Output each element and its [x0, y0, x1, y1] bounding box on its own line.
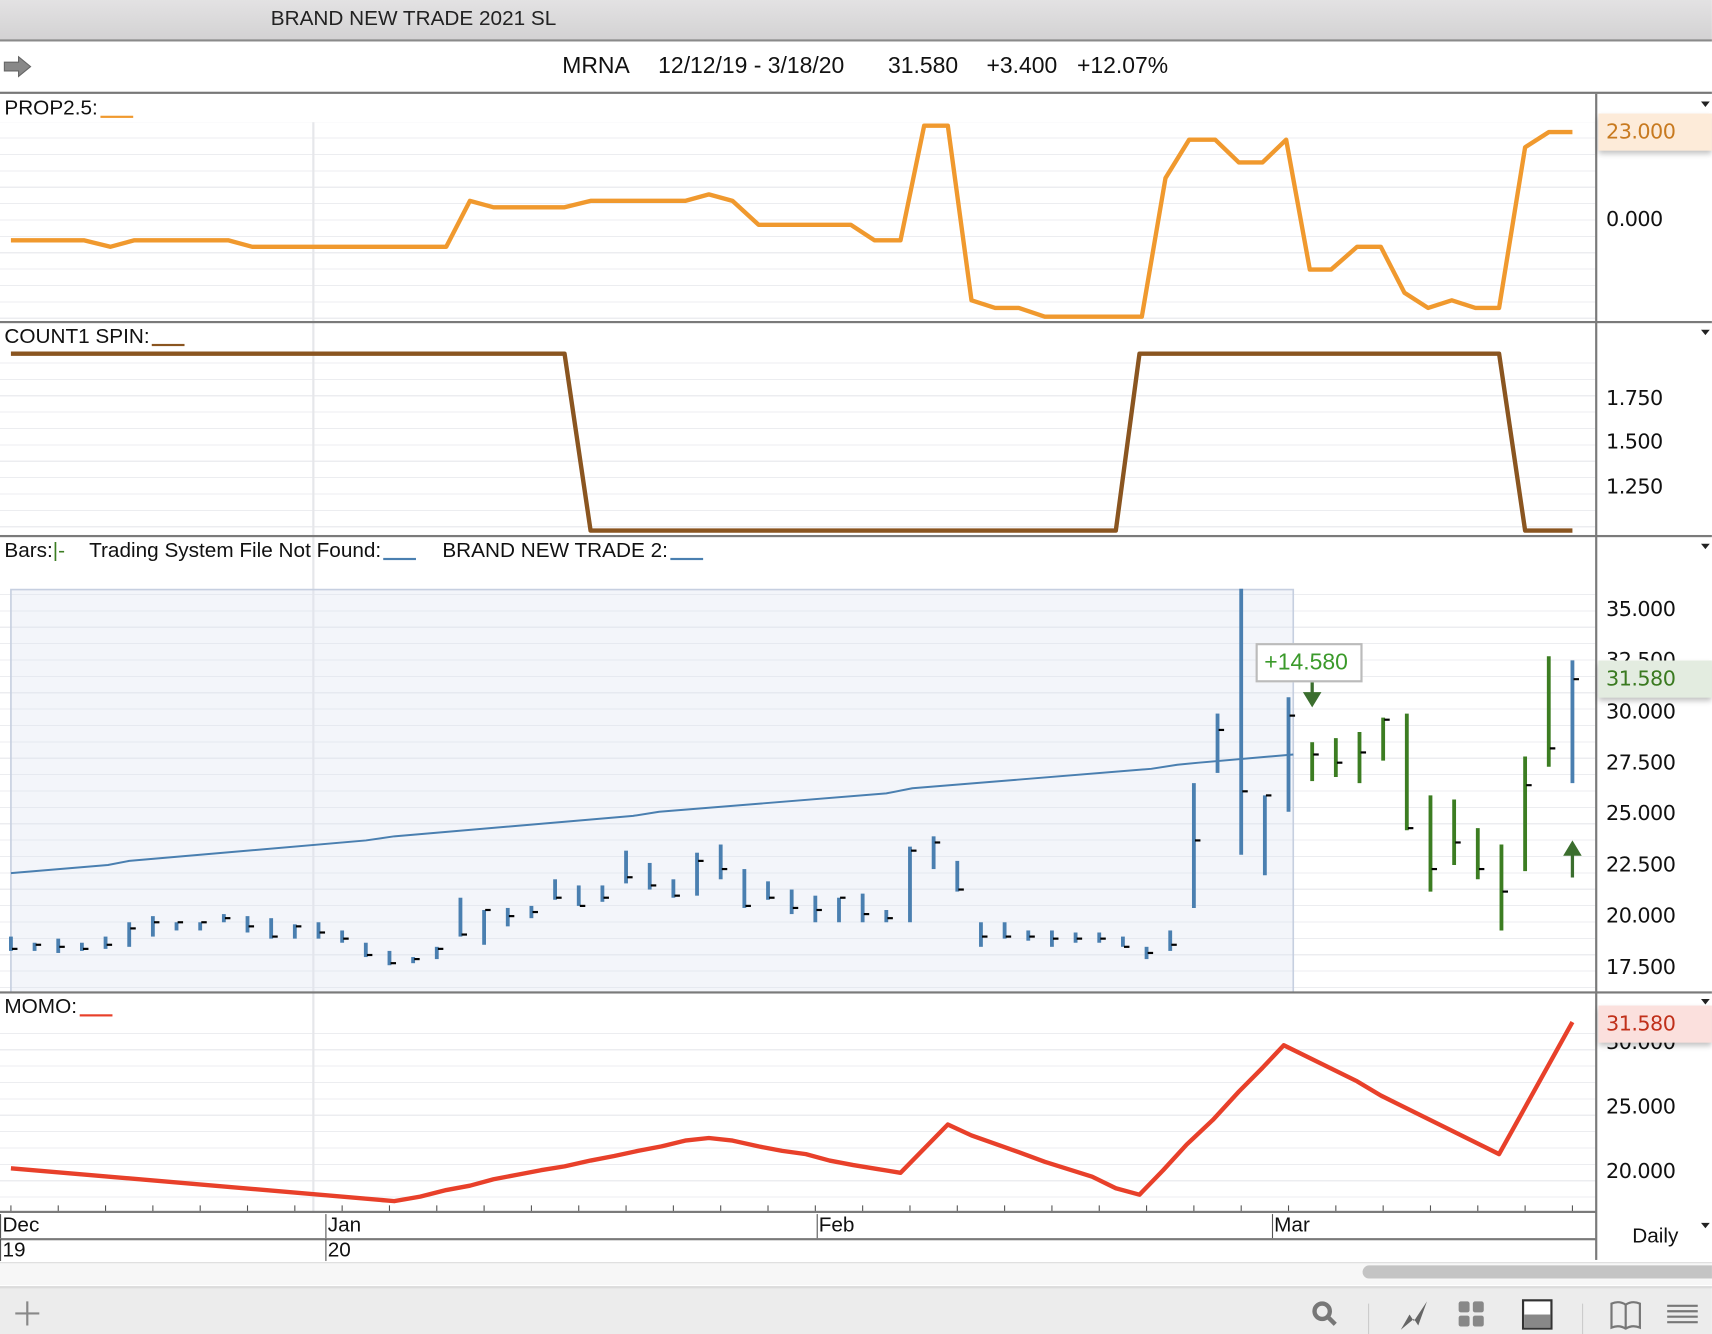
momo-axis-label: 25.000	[1606, 1095, 1676, 1120]
chart-line-icon[interactable]	[1398, 1297, 1431, 1330]
grid-layout-icon[interactable]	[1455, 1297, 1488, 1330]
momo-legend-label: MOMO:	[4, 995, 77, 1019]
price-axis-label: 22.500	[1606, 852, 1676, 877]
trade-profit-annotation: +14.580	[1255, 643, 1363, 683]
year-label: 20	[325, 1239, 351, 1262]
price-axis-label: 35.000	[1606, 597, 1676, 622]
brand-new-trade-legend-swatch	[670, 557, 703, 561]
chart-window: BRAND NEW TRADE 2021 SL MRNA 12/12/19 - 3…	[0, 0, 1712, 1334]
bars-legend-label: Bars:	[4, 539, 53, 563]
count-legend-swatch	[151, 343, 185, 347]
scrollbar-thumb[interactable]	[1362, 1265, 1712, 1279]
count-axis-menu-icon[interactable]	[1701, 329, 1710, 336]
buy-arrow-icon	[1563, 840, 1582, 878]
prop-line	[10, 123, 1573, 319]
prop-legend-swatch	[99, 115, 133, 118]
price-axis-label: 27.500	[1606, 750, 1676, 775]
panel-divider	[0, 1210, 1597, 1213]
momo-axis-label: 20.000	[1606, 1159, 1676, 1184]
prop-current-value-text: 23.000	[1606, 120, 1676, 145]
price-legend: Bars:|- Trading System File Not Found: BRA…	[4, 539, 703, 563]
momo-legend-swatch	[79, 1014, 112, 1017]
count-axis-label: 1.500	[1606, 430, 1663, 455]
interval-menu-icon[interactable]	[1701, 1222, 1710, 1229]
toolbar-divider	[1368, 1303, 1370, 1334]
trading-system-legend-label: Trading System File Not Found:	[89, 539, 382, 563]
toolbar-divider	[1582, 1303, 1584, 1334]
month-label: Dec	[0, 1214, 39, 1239]
price-current-value: 31.580	[1598, 660, 1712, 698]
chart-plot-area[interactable]	[0, 0, 1596, 1239]
axis-divider	[0, 1238, 1597, 1241]
panel-layout-icon[interactable]	[1521, 1297, 1554, 1330]
month-label: Mar	[1271, 1214, 1310, 1239]
count-axis-label: 1.250	[1606, 474, 1663, 499]
price-current-value-text: 31.580	[1606, 667, 1676, 692]
add-icon[interactable]	[11, 1297, 44, 1330]
count-spin-line	[10, 351, 1573, 533]
trading-system-legend-swatch	[383, 557, 417, 561]
momo-current-value-text: 31.580	[1606, 1012, 1676, 1037]
panel-divider[interactable]	[0, 991, 1712, 994]
trade-profit-text: +14.580	[1264, 649, 1348, 675]
interval-selector[interactable]: Daily	[1632, 1225, 1678, 1249]
momo-axis-menu-icon[interactable]	[1701, 998, 1710, 1005]
momo-legend: MOMO:	[4, 996, 112, 1020]
price-axis-menu-icon[interactable]	[1701, 543, 1710, 550]
brand-new-trade-legend-label: BRAND NEW TRADE 2:	[442, 539, 668, 563]
trade-highlight-region	[10, 588, 1295, 994]
month-label: Jan	[325, 1214, 361, 1239]
momo-line	[10, 1020, 1575, 1204]
prop-current-value: 23.000	[1598, 113, 1712, 151]
prop-axis-label: 0.000	[1606, 207, 1663, 232]
prop-axis-menu-icon[interactable]	[1701, 101, 1710, 107]
momo-current-value: 31.580	[1598, 1005, 1712, 1044]
count-axis-label: 1.750	[1606, 385, 1663, 410]
search-icon[interactable]	[1308, 1297, 1341, 1330]
price-axis-label: 20.000	[1606, 904, 1676, 929]
price-axis-label: 17.500	[1606, 955, 1676, 980]
list-icon[interactable]	[1666, 1297, 1699, 1330]
price-axis-label: 25.000	[1606, 801, 1676, 826]
price-axis-divider	[1595, 93, 1598, 1260]
month-label: Feb	[816, 1214, 854, 1239]
prop-legend: PROP2.5:	[4, 97, 133, 121]
bars-legend-glyph: |-	[52, 539, 66, 563]
panel-divider[interactable]	[0, 534, 1712, 538]
bottom-toolbar	[0, 1286, 1712, 1334]
year-label: 19	[0, 1239, 26, 1262]
price-axis-label: 30.000	[1606, 699, 1676, 724]
book-icon[interactable]	[1609, 1297, 1642, 1330]
count-legend: COUNT1 SPIN:	[4, 325, 185, 349]
count-legend-label: COUNT1 SPIN:	[4, 325, 150, 349]
panel-divider[interactable]	[0, 320, 1712, 324]
prop-legend-label: PROP2.5:	[4, 97, 98, 121]
